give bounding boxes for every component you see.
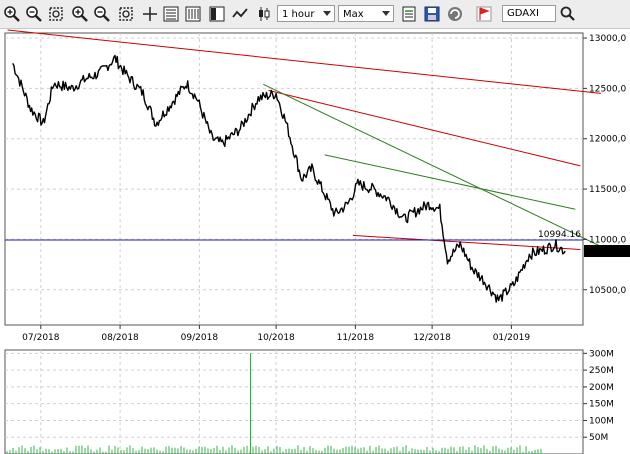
- x-tick-label: 09/2018: [181, 333, 219, 343]
- chart-area[interactable]: 10994.16 13000,0 12500,0 12000,0 11500,0 110…: [0, 28, 630, 454]
- time-axis: 07/2018 08/2018 09/2018 10/2018 11/2018 12/20…: [22, 325, 530, 343]
- refresh-icon[interactable]: [445, 4, 465, 24]
- x-tick-label: 01/2019: [493, 333, 531, 343]
- timeframe-select[interactable]: 1 hour: [277, 5, 335, 22]
- volume-y-axis: 300M 250M 200M 150M 100M 50M: [583, 349, 614, 443]
- zoom-in-alt-icon[interactable]: [70, 4, 90, 24]
- alert-flag-icon[interactable]: [474, 4, 494, 24]
- candlestick-icon[interactable]: [254, 4, 274, 24]
- x-tick-label: 08/2018: [101, 333, 139, 343]
- indicator-list-icon[interactable]: [399, 4, 419, 24]
- ohlc-bars-icon[interactable]: [183, 4, 203, 24]
- y-tick-label: 100M: [589, 416, 614, 426]
- chevron-down-icon: [323, 11, 331, 16]
- y-tick-label: 12500,0: [589, 84, 626, 94]
- x-tick-label: 07/2018: [22, 333, 60, 343]
- zoom-in-icon[interactable]: [2, 4, 22, 24]
- x-tick-label: 11/2018: [337, 333, 375, 343]
- y-tick-label: 200M: [589, 383, 614, 393]
- last-price-tag: 10885,4: [584, 244, 630, 257]
- symbol-value: GDAXI: [507, 8, 539, 19]
- y-tick-label: 250M: [589, 366, 614, 376]
- timeframe-value: 1 hour: [282, 9, 315, 20]
- save-icon[interactable]: [422, 4, 442, 24]
- range-value: Max: [343, 9, 364, 20]
- last-price-label: 10885,4: [587, 247, 624, 257]
- bar-chart-icon[interactable]: [161, 4, 181, 24]
- line-chart-icon[interactable]: [230, 4, 250, 24]
- y-tick-label: 50M: [589, 433, 608, 443]
- volume-plot-background: [4, 349, 584, 454]
- zoom-fit-icon[interactable]: [46, 4, 66, 24]
- x-tick-label: 12/2018: [413, 333, 451, 343]
- y-tick-label: 150M: [589, 400, 614, 410]
- crosshair-icon[interactable]: [140, 4, 160, 24]
- horizontal-level-label: 10994.16: [538, 230, 581, 240]
- range-select[interactable]: Max: [338, 5, 394, 22]
- indicator-list-icon[interactable]: [207, 4, 227, 24]
- y-tick-label: 11500,0: [589, 185, 626, 195]
- symbol-input[interactable]: GDAXI: [502, 5, 556, 22]
- toolbar: 1 hour Max GDAXI: [0, 0, 630, 29]
- x-tick-label: 10/2018: [257, 333, 295, 343]
- y-tick-label: 12000,0: [589, 135, 626, 145]
- chevron-down-icon: [382, 11, 390, 16]
- search-icon[interactable]: [558, 4, 578, 24]
- y-tick-label: 10500,0: [589, 286, 626, 296]
- y-tick-label: 11000,0: [589, 235, 626, 245]
- zoom-out-alt-icon[interactable]: [92, 4, 112, 24]
- y-tick-label: 300M: [589, 349, 614, 359]
- zoom-out-icon[interactable]: [24, 4, 44, 24]
- zoom-fit-alt-icon[interactable]: [116, 4, 136, 24]
- y-tick-label: 13000,0: [589, 34, 626, 44]
